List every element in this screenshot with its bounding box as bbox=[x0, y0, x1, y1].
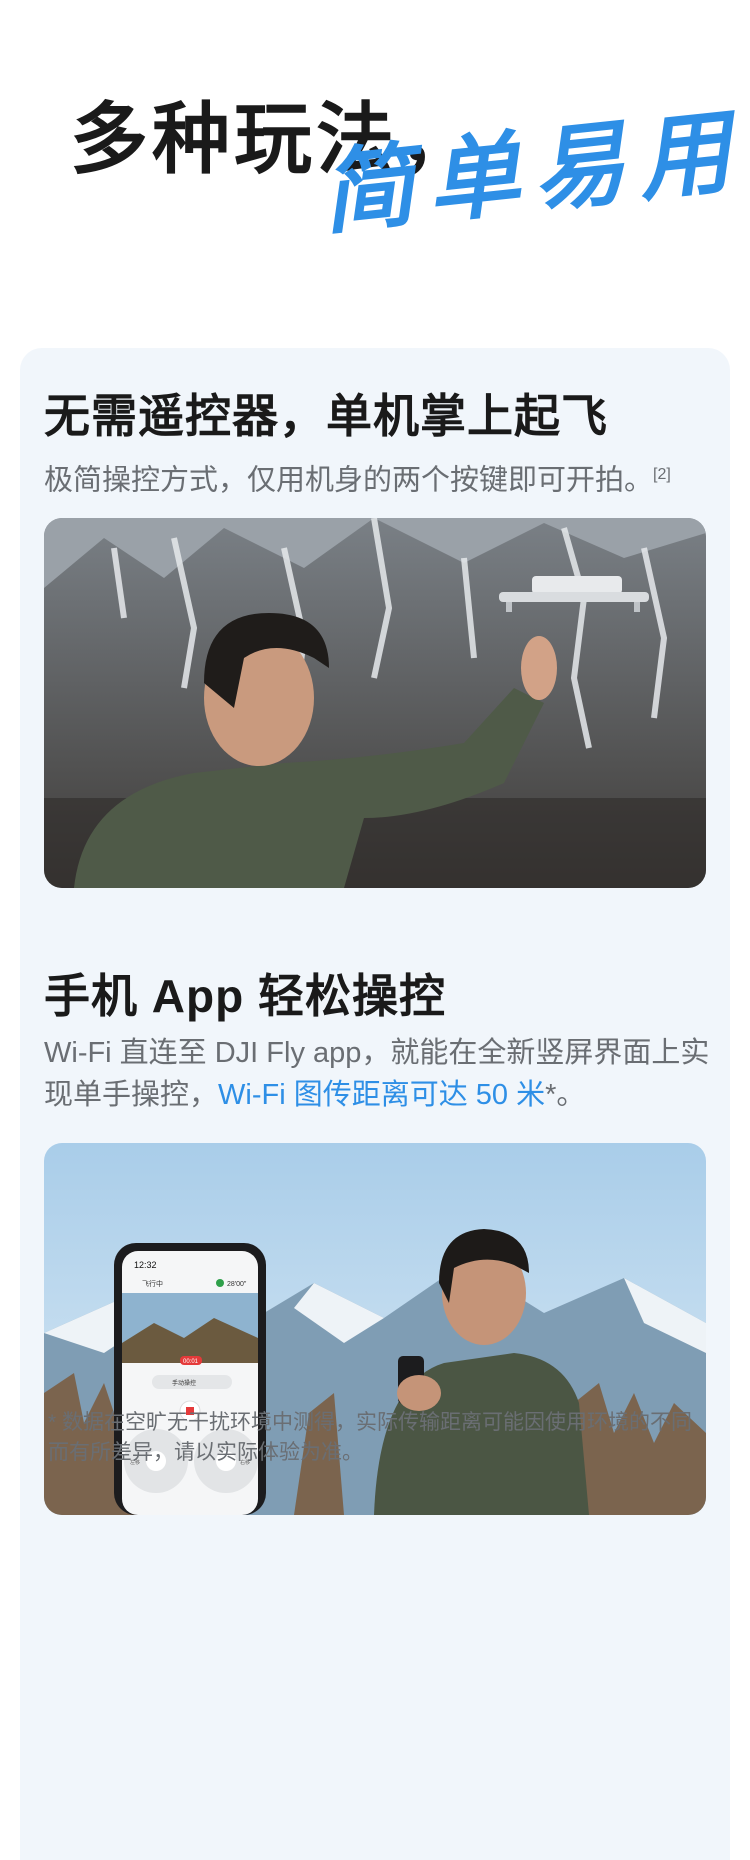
feature-card: 无需遥控器，单机掌上起飞 极简操控方式，仅用机身的两个按键即可开拍。[2] 手机… bbox=[20, 348, 730, 1860]
section1-desc-text: 极简操控方式，仅用机身的两个按键即可开拍。 bbox=[44, 464, 654, 497]
phone-mode: 手动操控 bbox=[172, 1379, 196, 1387]
section2-title: 手机 App 轻松操控 bbox=[44, 970, 446, 1022]
phone-record-badge: 00:01 bbox=[183, 1359, 199, 1365]
palm-takeoff-illustration bbox=[44, 518, 706, 888]
phone-status: 飞行中 bbox=[142, 1279, 163, 1288]
section1-description: 极简操控方式，仅用机身的两个按键即可开拍。[2] bbox=[44, 454, 714, 502]
section2-description: Wi-Fi 直连至 DJI Fly app，就能在全新竖屏界面上实现单手操控，W… bbox=[44, 1032, 714, 1116]
section1-title: 无需遥控器，单机掌上起飞 bbox=[44, 390, 608, 442]
product-feature-page: 多种玩法， 简单易用 无需遥控器，单机掌上起飞 极简操控方式，仅用机身的两个按键… bbox=[0, 0, 750, 1860]
section2-desc-part2: *。 bbox=[545, 1079, 586, 1111]
section2-desc-highlight: Wi-Fi 图传距离可达 50 米 bbox=[218, 1079, 546, 1111]
phone-mockup: 12:32 飞行中 28'00" 00:01 手动操控 左移 右移 bbox=[114, 1243, 266, 1515]
palm-takeoff-photo bbox=[44, 518, 706, 888]
phone-time: 12:32 bbox=[134, 1260, 157, 1270]
section1-footnote-ref[interactable]: [2] bbox=[653, 466, 671, 483]
hero-heading: 多种玩法， 简单易用 bbox=[0, 0, 750, 340]
footnote: * 数据在空旷无干扰环境中测得，实际传输距离可能因使用环境的不同而有所差异，请以… bbox=[48, 1411, 693, 1464]
phone-battery: 28'00" bbox=[227, 1281, 247, 1288]
